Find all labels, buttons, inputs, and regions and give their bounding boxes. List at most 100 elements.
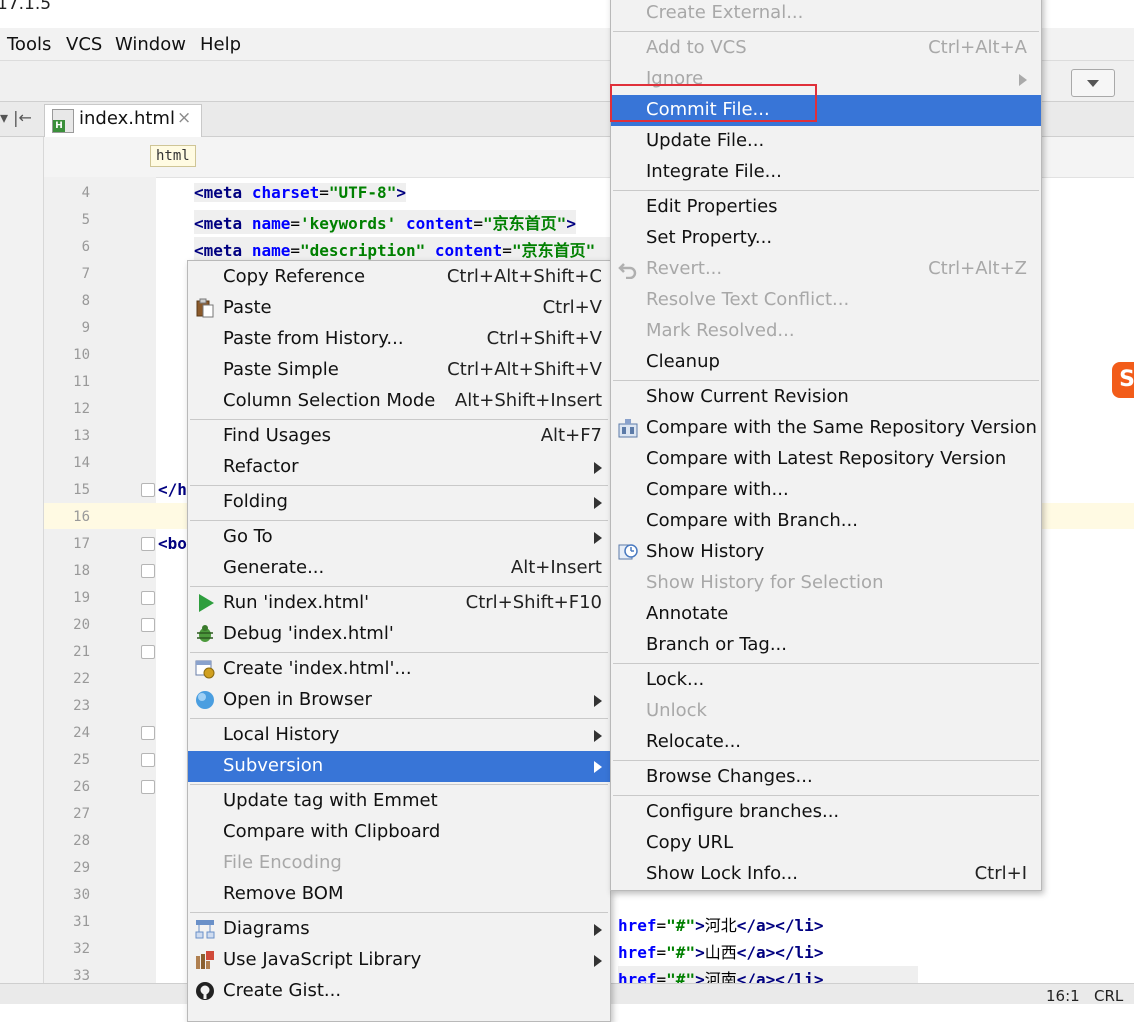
menu-item-create-gist[interactable]: Create Gist... (188, 976, 610, 1007)
svn-show-lock-info[interactable]: Show Lock Info... Ctrl+I (611, 859, 1041, 890)
menu-item-debug[interactable]: Debug 'index.html' (188, 619, 610, 650)
history-clock-icon (618, 544, 638, 560)
line-number: 19 (73, 590, 90, 606)
line-number: 6 (81, 239, 90, 255)
menu-item-generate[interactable]: Generate... Alt+Insert (188, 553, 610, 584)
subversion-submenu: Create External... Add to VCS Ctrl+Alt+A … (610, 0, 1042, 891)
run-config-dropdown[interactable] (1071, 69, 1115, 97)
breadcrumb-html[interactable]: html (150, 145, 196, 167)
svn-copy-url[interactable]: Copy URL (611, 828, 1041, 859)
fold-marker[interactable] (141, 780, 155, 794)
svn-branch-or-tag[interactable]: Branch or Tag... (611, 630, 1041, 661)
line-number: 7 (81, 266, 90, 282)
caret-position[interactable]: 16:1 CRL (1046, 987, 1123, 1005)
menu-item-copy-reference[interactable]: Copy Reference Ctrl+Alt+Shift+C (188, 262, 610, 293)
svn-edit-properties[interactable]: Edit Properties (611, 192, 1041, 223)
close-tab-icon[interactable]: × (177, 108, 191, 128)
menu-item-local-history[interactable]: Local History (188, 720, 610, 751)
submenu-arrow-icon (594, 462, 602, 474)
fold-marker[interactable] (141, 564, 155, 578)
menu-separator (613, 380, 1039, 381)
submenu-arrow-icon (594, 730, 602, 742)
code-line-4[interactable]: <meta charset="UTF-8"> (194, 183, 406, 202)
code-line-32[interactable]: href="#">山西</a></li> (618, 939, 824, 963)
svn-set-property[interactable]: Set Property... (611, 223, 1041, 254)
menu-separator (190, 652, 608, 653)
menu-item-folding[interactable]: Folding (188, 487, 610, 518)
fold-marker[interactable] (141, 537, 155, 551)
svn-show-history[interactable]: Show History (611, 537, 1041, 568)
svn-relocate[interactable]: Relocate... (611, 727, 1041, 758)
svn-resolve-text-conflict: Resolve Text Conflict... (646, 289, 850, 310)
menu-item-update-tag-emmet[interactable]: Update tag with Emmet (188, 786, 610, 817)
svn-show-history-selection: Show History for Selection (646, 572, 884, 593)
input-method-logo-icon: S (1112, 362, 1134, 398)
menu-item-paste-simple[interactable]: Paste Simple Ctrl+Alt+Shift+V (188, 355, 610, 386)
line-number: 14 (73, 455, 90, 471)
svn-configure-branches[interactable]: Configure branches... (611, 797, 1041, 828)
line-number: 32 (73, 941, 90, 957)
line-number: 30 (73, 887, 90, 903)
menu-tools[interactable]: Tools (7, 34, 51, 55)
menu-separator (190, 718, 608, 719)
svn-integrate-file[interactable]: Integrate File... (611, 157, 1041, 188)
github-icon (196, 982, 214, 1000)
svn-browse-changes[interactable]: Browse Changes... (611, 762, 1041, 793)
chevron-down-icon (1087, 80, 1099, 87)
menu-item-remove-bom[interactable]: Remove BOM (188, 879, 610, 910)
svn-compare-with[interactable]: Compare with... (611, 475, 1041, 506)
menu-item-paste[interactable]: Paste Ctrl+V (188, 293, 610, 324)
code-line-5[interactable]: <meta name='keywords' content="京东首页"> (194, 210, 576, 234)
code-line-15[interactable]: </h (158, 480, 187, 499)
collapse-tools-icon[interactable]: ▾ |← (0, 108, 32, 127)
line-number: 15 (73, 482, 90, 498)
line-number: 20 (73, 617, 90, 633)
menu-item-go-to[interactable]: Go To (188, 522, 610, 553)
menu-window[interactable]: Window (115, 34, 186, 55)
submenu-arrow-icon (594, 532, 602, 544)
svn-create-external: Create External... (646, 2, 804, 23)
menu-separator (613, 663, 1039, 664)
svn-compare-branch[interactable]: Compare with Branch... (611, 506, 1041, 537)
svn-compare-latest-repo[interactable]: Compare with Latest Repository Version (611, 444, 1041, 475)
line-number: 31 (73, 914, 90, 930)
svn-annotate[interactable]: Annotate (611, 599, 1041, 630)
menu-help[interactable]: Help (200, 34, 241, 55)
menu-item-run[interactable]: Run 'index.html' Ctrl+Shift+F10 (188, 588, 610, 619)
line-number: 22 (73, 671, 90, 687)
fold-marker[interactable] (141, 726, 155, 740)
menu-item-refactor[interactable]: Refactor (188, 452, 610, 483)
svn-update-file[interactable]: Update File... (611, 126, 1041, 157)
fold-marker[interactable] (141, 591, 155, 605)
menu-separator (190, 784, 608, 785)
clipboard-icon (196, 298, 214, 318)
fold-marker[interactable] (141, 753, 155, 767)
code-line-17[interactable]: <bo (158, 534, 187, 553)
fold-marker[interactable] (141, 645, 155, 659)
js-library-icon (196, 951, 214, 969)
menu-item-use-js-library[interactable]: Use JavaScript Library (188, 945, 610, 976)
menu-item-open-in-browser[interactable]: Open in Browser (188, 685, 610, 716)
fold-marker[interactable] (141, 618, 155, 632)
run-play-icon (199, 594, 214, 612)
menu-item-subversion[interactable]: Subversion (188, 751, 610, 782)
code-line-31[interactable]: href="#">河北</a></li> (618, 912, 824, 936)
svn-lock[interactable]: Lock... (611, 665, 1041, 696)
menu-item-diagrams[interactable]: Diagrams (188, 914, 610, 945)
menu-separator (190, 419, 608, 420)
line-number: 8 (81, 293, 90, 309)
menu-item-find-usages[interactable]: Find Usages Alt+F7 (188, 421, 610, 452)
svn-cleanup[interactable]: Cleanup (611, 347, 1041, 378)
menu-item-column-selection-mode[interactable]: Column Selection Mode Alt+Shift+Insert (188, 386, 610, 417)
svn-compare-same-repo[interactable]: Compare with the Same Repository Version (611, 413, 1041, 444)
fold-marker[interactable] (141, 483, 155, 497)
menu-item-paste-from-history[interactable]: Paste from History... Ctrl+Shift+V (188, 324, 610, 355)
svn-show-current-revision[interactable]: Show Current Revision (611, 382, 1041, 413)
line-number: 21 (73, 644, 90, 660)
menu-item-create-config[interactable]: Create 'index.html'... (188, 654, 610, 685)
menu-vcs[interactable]: VCS (66, 34, 102, 55)
diagram-icon (195, 920, 215, 939)
globe-icon (196, 691, 214, 709)
menu-item-compare-clipboard[interactable]: Compare with Clipboard (188, 817, 610, 848)
code-line-6[interactable]: <meta name="description" content="京东首页" (194, 237, 610, 261)
